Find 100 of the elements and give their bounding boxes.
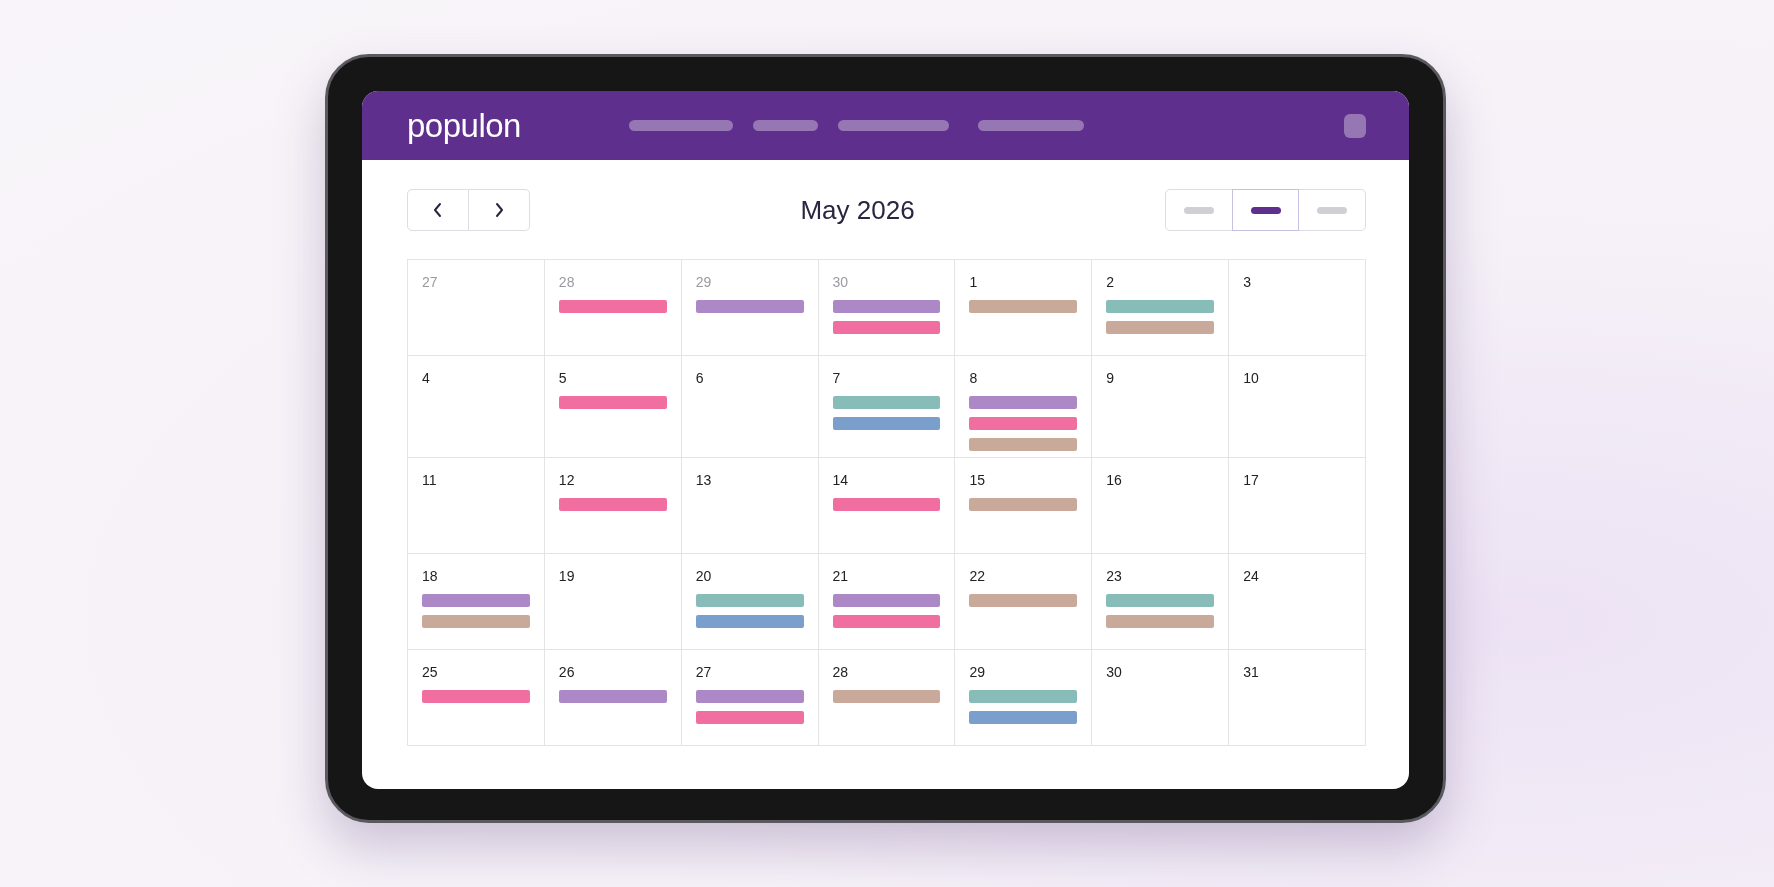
event-bar[interactable] <box>969 594 1078 607</box>
next-button[interactable] <box>469 189 530 231</box>
day-number: 15 <box>969 472 986 489</box>
day-number: 13 <box>695 472 713 489</box>
day-cell[interactable]: 21 <box>818 554 956 650</box>
event-bar[interactable] <box>832 300 941 313</box>
profile-icon[interactable] <box>1344 113 1366 138</box>
day-number: 17 <box>1243 472 1260 489</box>
event-bar[interactable] <box>695 594 804 607</box>
event-bar[interactable] <box>1106 300 1215 313</box>
view-toggle[interactable] <box>1298 189 1366 231</box>
app-logo[interactable]: populon <box>407 106 629 145</box>
day-cell[interactable]: 3 <box>1229 260 1366 356</box>
day-cell[interactable]: 29 <box>955 650 1093 746</box>
day-cell[interactable]: 13 <box>681 458 819 554</box>
day-number: 3 <box>1243 274 1252 291</box>
day-cell[interactable]: 10 <box>1229 356 1366 458</box>
day-cell[interactable]: 8 <box>955 356 1093 458</box>
day-number: 4 <box>422 370 431 387</box>
day-cell[interactable]: 15 <box>955 458 1093 554</box>
day-number: 9 <box>1106 370 1116 387</box>
event-bar[interactable] <box>832 321 941 334</box>
day-number: 21 <box>832 568 850 585</box>
nav-placeholder-bar[interactable] <box>629 120 733 131</box>
day-number: 6 <box>695 370 705 387</box>
day-cell[interactable]: 4 <box>408 356 545 458</box>
nav-placeholder-bar[interactable] <box>978 120 1084 131</box>
month-title: May 2026 <box>800 194 915 226</box>
day-cell[interactable]: 25 <box>408 650 545 746</box>
event-bar[interactable] <box>832 690 941 703</box>
day-cell[interactable]: 16 <box>1092 458 1230 554</box>
day-cell[interactable]: 31 <box>1229 650 1366 746</box>
day-number: 23 <box>1106 568 1123 585</box>
event-bar[interactable] <box>969 438 1078 451</box>
event-bar[interactable] <box>695 711 804 724</box>
day-cell[interactable]: 26 <box>544 650 682 746</box>
day-cell[interactable]: 22 <box>955 554 1093 650</box>
nav-placeholder-bar[interactable] <box>753 120 818 131</box>
chevron-left-icon <box>432 202 444 218</box>
day-number: 30 <box>832 274 850 291</box>
day-number: 29 <box>969 664 986 681</box>
day-number: 22 <box>969 568 986 585</box>
previous-button[interactable] <box>407 189 469 231</box>
day-cell[interactable]: 7 <box>818 356 956 458</box>
event-bar[interactable] <box>832 594 941 607</box>
day-number: 27 <box>695 664 713 681</box>
day-number: 28 <box>832 664 850 681</box>
day-cell[interactable]: 28 <box>818 650 956 746</box>
day-number: 29 <box>695 274 713 291</box>
day-cell[interactable]: 5 <box>544 356 682 458</box>
day-cell[interactable]: 18 <box>408 554 545 650</box>
day-cell[interactable]: 27 <box>681 650 819 746</box>
day-cell[interactable]: 12 <box>544 458 682 554</box>
event-bar[interactable] <box>969 711 1078 724</box>
day-number: 27 <box>422 274 439 291</box>
event-bar[interactable] <box>695 300 804 313</box>
event-bar[interactable] <box>558 396 667 409</box>
event-bar[interactable] <box>1106 615 1215 628</box>
day-cell[interactable]: 20 <box>681 554 819 650</box>
event-bar[interactable] <box>969 417 1078 430</box>
day-cell[interactable]: 19 <box>544 554 682 650</box>
day-cell[interactable]: 11 <box>408 458 545 554</box>
event-bar[interactable] <box>832 498 941 511</box>
day-cell[interactable]: 24 <box>1229 554 1366 650</box>
day-number: 19 <box>558 568 576 585</box>
day-number: 12 <box>558 472 576 489</box>
day-cell[interactable]: 30 <box>1092 650 1230 746</box>
day-cell[interactable]: 14 <box>818 458 956 554</box>
event-bar[interactable] <box>832 417 941 430</box>
event-bar[interactable] <box>832 615 941 628</box>
day-cell[interactable]: 17 <box>1229 458 1366 554</box>
event-bar[interactable] <box>969 498 1078 511</box>
event-bar[interactable] <box>1106 594 1215 607</box>
view-toggle[interactable] <box>1231 189 1300 231</box>
event-bar[interactable] <box>969 690 1078 703</box>
event-bar[interactable] <box>1106 321 1215 334</box>
event-bar[interactable] <box>422 594 530 607</box>
day-number: 25 <box>422 664 439 681</box>
day-number: 31 <box>1243 664 1260 681</box>
day-number: 10 <box>1243 370 1260 387</box>
view-toggle[interactable] <box>1165 189 1233 231</box>
event-bar[interactable] <box>695 615 804 628</box>
day-cell[interactable]: 9 <box>1092 356 1230 458</box>
event-bar[interactable] <box>695 690 804 703</box>
event-bar[interactable] <box>558 498 667 511</box>
event-bar[interactable] <box>558 300 667 313</box>
day-number: 11 <box>422 472 438 489</box>
event-bar[interactable] <box>422 615 530 628</box>
day-cell[interactable]: 2 <box>1092 260 1230 356</box>
event-bar[interactable] <box>832 396 941 409</box>
event-bar[interactable] <box>969 396 1078 409</box>
day-number: 26 <box>558 664 576 681</box>
day-cell[interactable]: 6 <box>681 356 819 458</box>
day-number: 7 <box>832 370 842 387</box>
event-bar[interactable] <box>969 300 1078 313</box>
day-cell[interactable]: 23 <box>1092 554 1230 650</box>
day-cell[interactable]: 1 <box>955 260 1093 356</box>
nav-placeholder-bar[interactable] <box>838 120 949 131</box>
event-bar[interactable] <box>558 690 667 703</box>
event-bar[interactable] <box>422 690 530 703</box>
